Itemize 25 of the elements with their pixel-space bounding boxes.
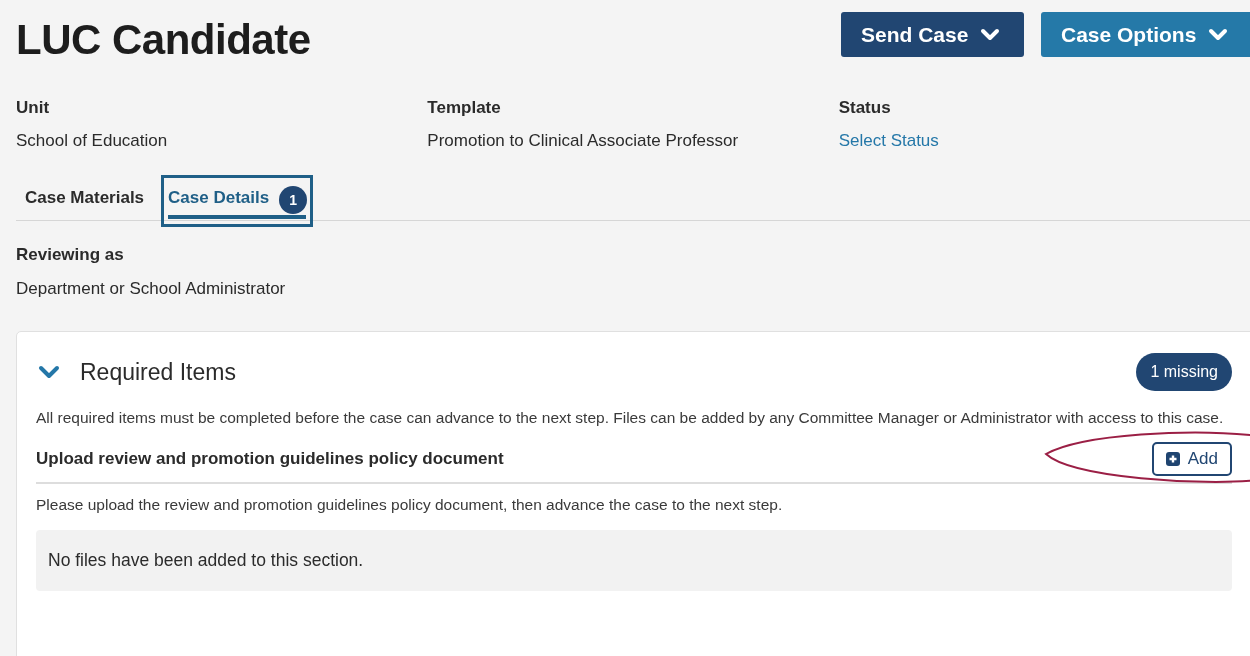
chevron-down-icon	[980, 27, 1001, 42]
count-badge: 1	[279, 186, 308, 214]
field-value: School of Education	[16, 131, 169, 151]
field-value: Promotion to Clinical Associate Professor	[427, 131, 740, 151]
field-label: Unit	[16, 98, 51, 118]
tab[interactable]: Case Materials	[22, 175, 148, 227]
tab[interactable]: Case Details 1	[161, 175, 314, 227]
field-label: Template	[427, 98, 502, 118]
item-title: Upload review and promotion guidelines policy document	[36, 449, 504, 469]
section-description: All required items must be completed before the case can advance to the next step. Files can be added by any Committee Manager or Administrator with access to this case.	[36, 408, 1225, 428]
field-label: Status	[838, 98, 892, 118]
missing-badge: 1 missing	[1136, 353, 1232, 391]
empty-message: No files have been added to this section.	[36, 530, 1232, 591]
status-link[interactable]: Select Status	[838, 131, 1250, 151]
item-help-text: Please upload the review and promotion guidelines policy document, then advance the case to the next step.	[36, 496, 784, 514]
section-title: Required Items	[80, 358, 237, 386]
dropdown-button[interactable]: Send Case	[841, 12, 1024, 57]
chevron-down-icon[interactable]	[38, 365, 60, 379]
add-button[interactable]: Add	[1151, 442, 1232, 476]
chevron-down-icon	[1208, 27, 1229, 42]
field-label: Reviewing as	[16, 245, 125, 265]
dropdown-button[interactable]: Case Options	[1041, 12, 1250, 57]
page-title: LUC Candidate	[16, 16, 311, 64]
field-value: Department or School Administrator	[16, 279, 287, 299]
plus-square-icon	[1165, 452, 1180, 466]
